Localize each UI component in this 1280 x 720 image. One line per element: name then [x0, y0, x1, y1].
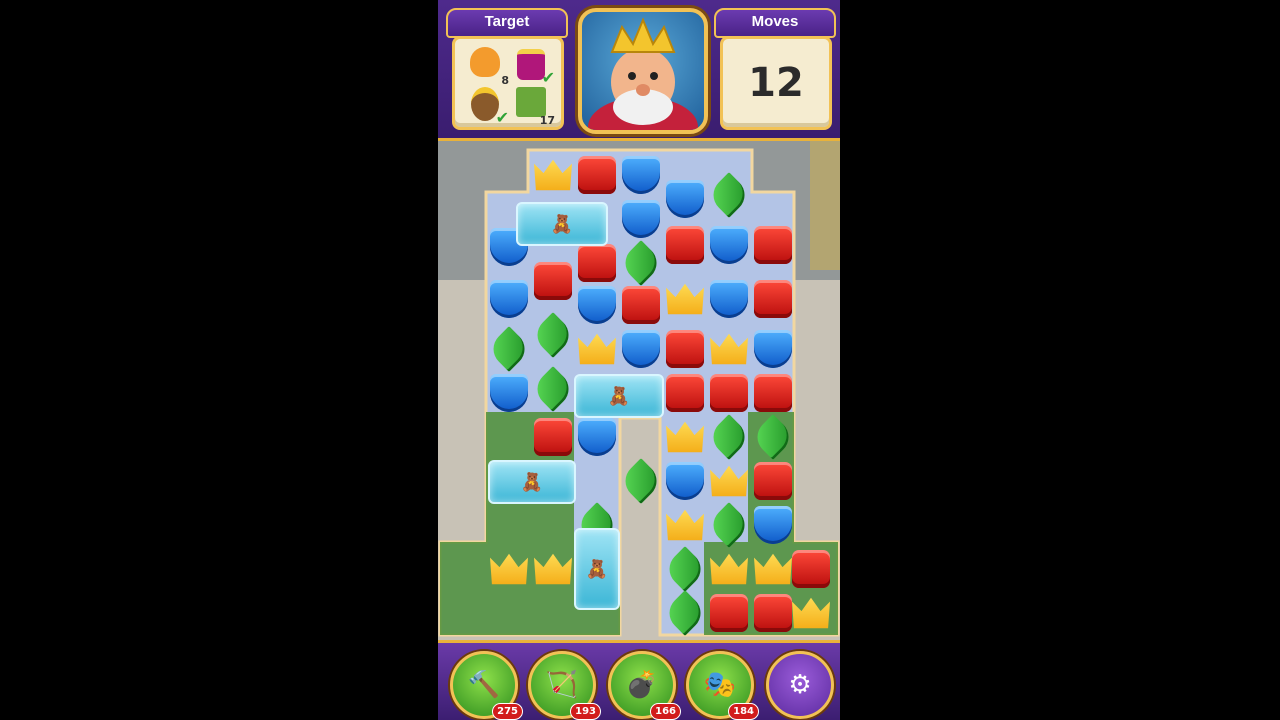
teddy-bear-icon: 🧸 — [520, 471, 544, 493]
red-square-gem[interactable] — [534, 418, 572, 456]
arrow-booster-button[interactable]: 🏹 193 — [528, 651, 601, 720]
blue-shield-gem[interactable] — [578, 286, 616, 324]
top-bar: Target 8 ✔ ✔ 17 Moves 12 — [438, 0, 840, 141]
blue-shield-gem[interactable] — [490, 280, 528, 318]
red-square-gem[interactable] — [666, 330, 704, 368]
red-square-gem[interactable] — [792, 550, 830, 588]
red-square-gem[interactable] — [578, 156, 616, 194]
grass-tile-icon: 17 — [511, 85, 555, 127]
king-portrait — [578, 8, 708, 134]
hammer-booster-button[interactable]: 🔨 275 — [450, 651, 523, 720]
potion-jar-icon: ✔ — [511, 45, 555, 87]
booster-count: 184 — [728, 703, 759, 720]
blue-shield-gem[interactable] — [622, 156, 660, 194]
jester-hat-icon: 🎭 — [703, 670, 737, 700]
blue-shield-gem[interactable] — [666, 462, 704, 500]
booster-bar: 🔨 275 🏹 193 💣 166 🎭 184 ⚙ — [438, 640, 840, 720]
blue-shield-gem[interactable] — [490, 374, 528, 412]
blue-shield-gem[interactable] — [754, 506, 792, 544]
blue-shield-gem[interactable] — [666, 180, 704, 218]
teddy-bear-icon: 🧸 — [585, 558, 609, 580]
blue-shield-gem[interactable] — [622, 330, 660, 368]
red-square-gem[interactable] — [710, 594, 748, 632]
moves-label: Moves — [714, 8, 836, 38]
blue-shield-gem[interactable] — [578, 418, 616, 456]
booster-count: 166 — [650, 703, 681, 720]
red-square-gem[interactable] — [534, 262, 572, 300]
red-square-gem[interactable] — [754, 462, 792, 500]
game-screen: 🧸 🧸 🧸 🧸 Target 8 ✔ ✔ 17 Moves 12 🔨 275 🏹… — [438, 0, 840, 720]
target-label: Target — [446, 8, 568, 38]
red-square-gem[interactable] — [622, 286, 660, 324]
target-count: 17 — [539, 114, 555, 127]
red-square-gem[interactable] — [578, 244, 616, 282]
cannon-icon: 💣 — [625, 670, 659, 700]
red-square-gem[interactable] — [754, 594, 792, 632]
king-avatar-icon — [588, 17, 698, 130]
red-square-gem[interactable] — [666, 226, 704, 264]
red-square-gem[interactable] — [710, 374, 748, 412]
red-square-gem[interactable] — [754, 226, 792, 264]
teddy-ice-blocker[interactable]: 🧸 — [516, 202, 608, 246]
target-panel: 8 ✔ ✔ 17 — [452, 36, 564, 130]
red-square-gem[interactable] — [666, 374, 704, 412]
teddy-bear-icon: 🧸 — [607, 385, 631, 407]
blue-shield-gem[interactable] — [710, 280, 748, 318]
teddy-bear-icon: 🧸 — [550, 213, 574, 235]
mole-miner-icon: ✔ — [465, 85, 509, 127]
moves-count: 12 — [748, 60, 804, 106]
teddy-ice-blocker[interactable]: 🧸 — [488, 460, 576, 504]
red-square-gem[interactable] — [754, 374, 792, 412]
check-icon: ✔ — [495, 108, 509, 127]
cannon-booster-button[interactable]: 💣 166 — [608, 651, 681, 720]
booster-count: 275 — [492, 703, 523, 720]
moves-panel: 12 — [720, 36, 832, 130]
booster-count: 193 — [570, 703, 601, 720]
teddy-ice-blocker[interactable]: 🧸 — [574, 528, 620, 610]
gear-icon: ⚙ — [788, 670, 812, 700]
teddy-bear-icon: 8 — [465, 45, 509, 87]
bow-arrow-icon: 🏹 — [545, 670, 579, 700]
red-square-gem[interactable] — [754, 280, 792, 318]
jester-hat-booster-button[interactable]: 🎭 184 — [686, 651, 759, 720]
hammer-icon: 🔨 — [467, 670, 501, 700]
blue-shield-gem[interactable] — [622, 200, 660, 238]
teddy-ice-blocker[interactable]: 🧸 — [574, 374, 664, 418]
settings-button[interactable]: ⚙ — [766, 651, 834, 719]
blue-shield-gem[interactable] — [754, 330, 792, 368]
blue-shield-gem[interactable] — [710, 226, 748, 264]
